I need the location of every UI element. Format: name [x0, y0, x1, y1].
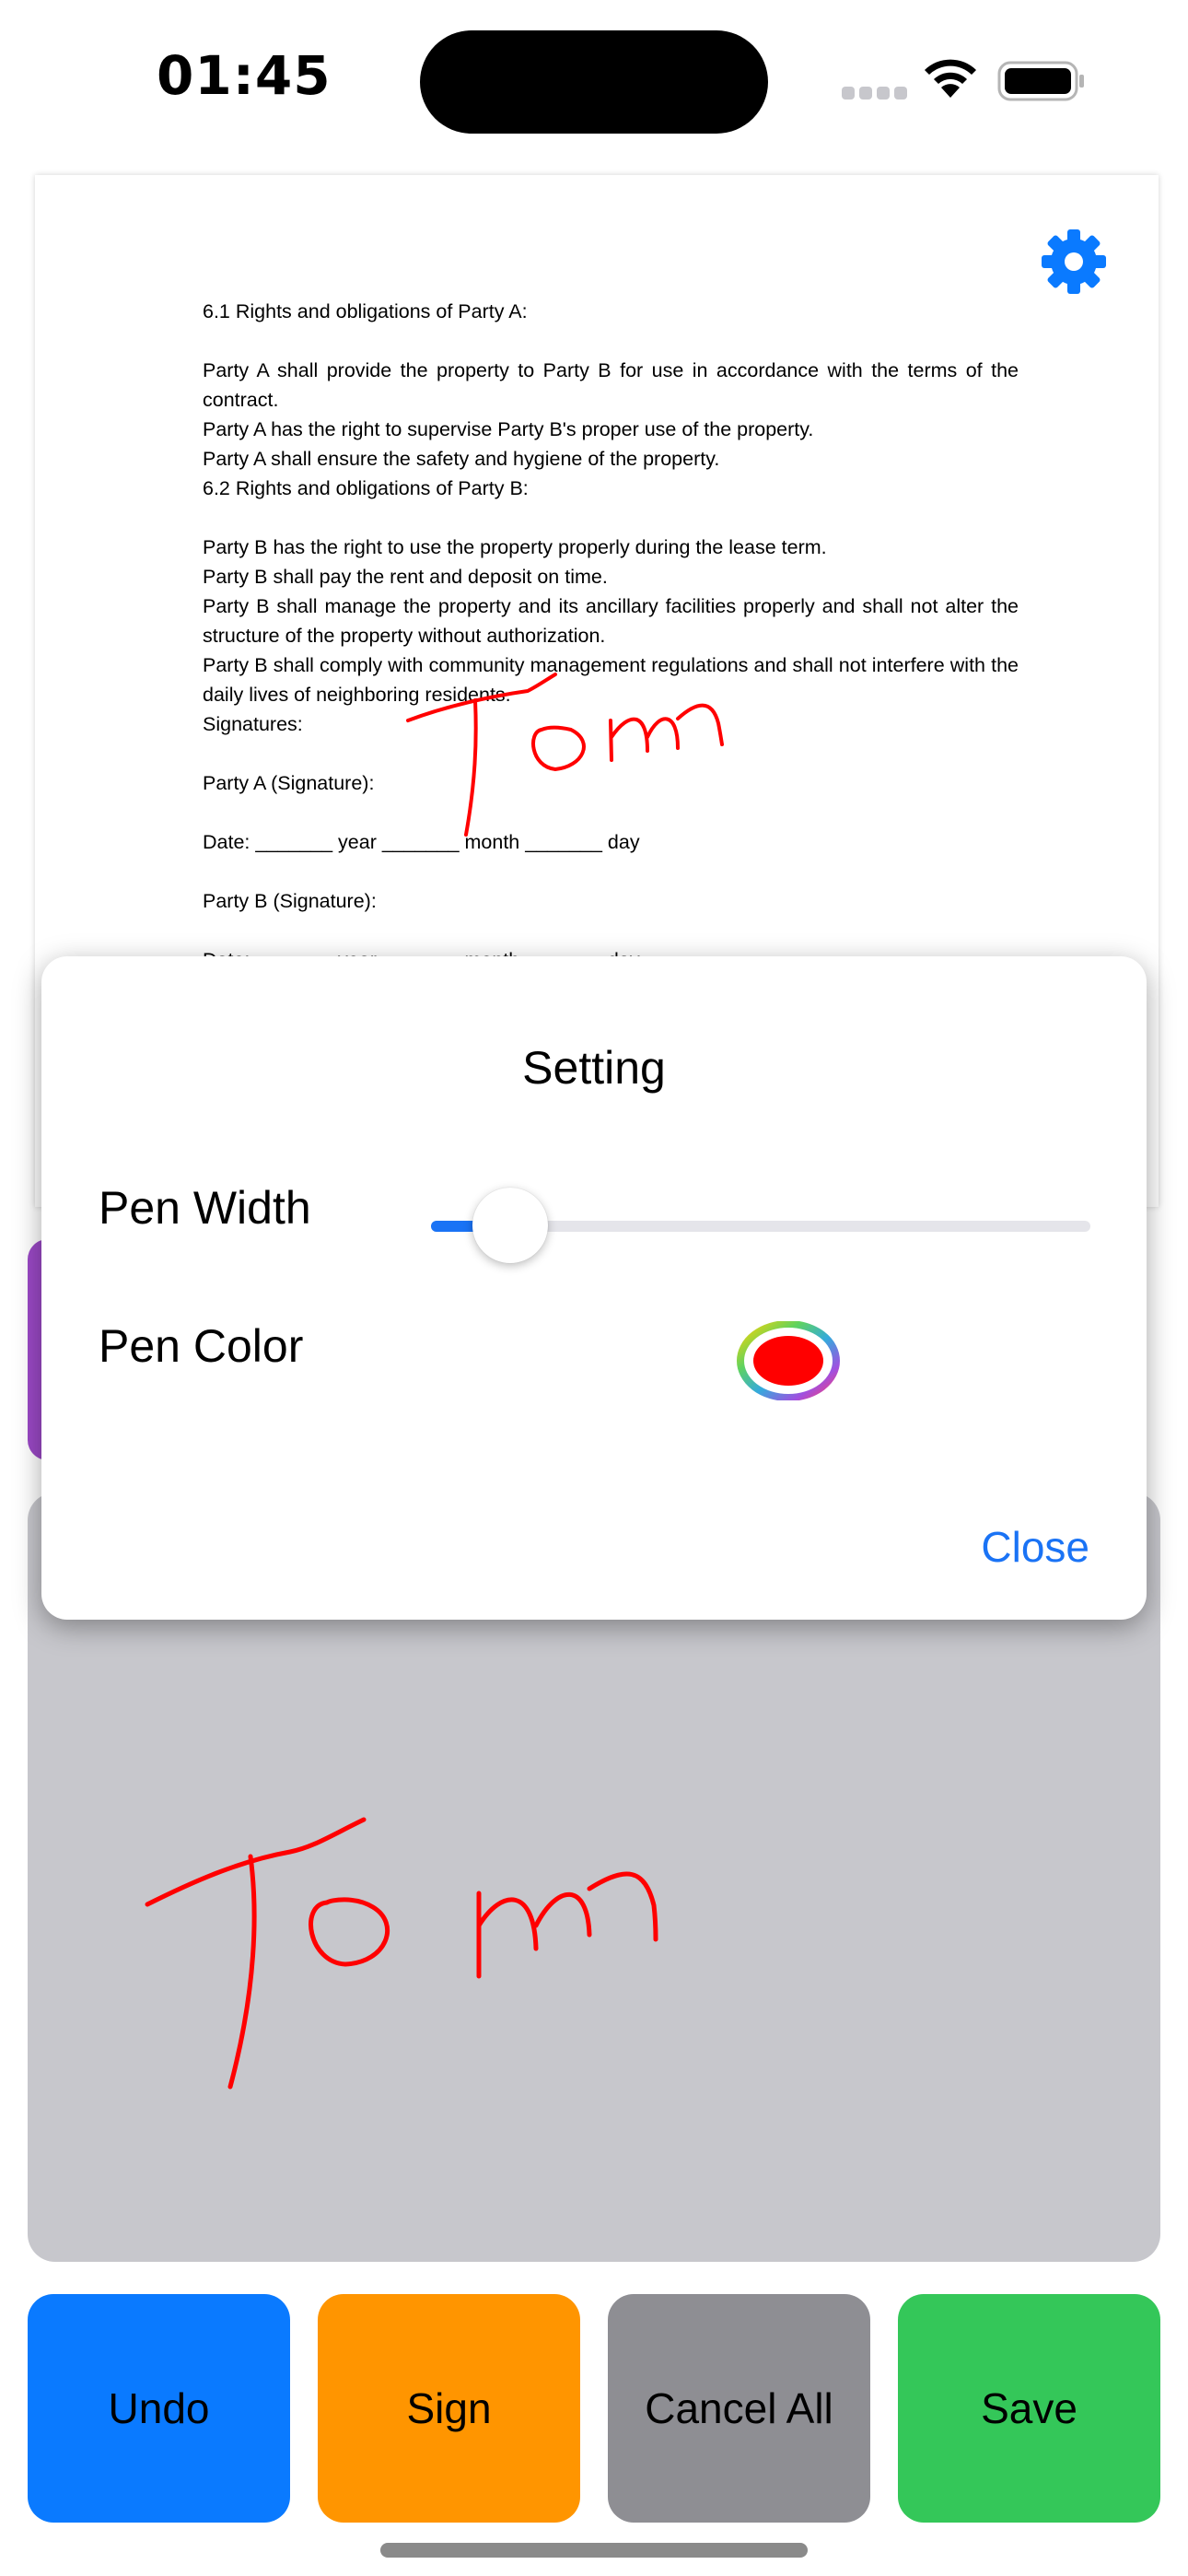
cancel-all-button[interactable]: Cancel All [608, 2294, 870, 2523]
pen-width-label: Pen Width [99, 1182, 311, 1234]
close-button[interactable]: Close [981, 1522, 1089, 1572]
status-bar: 01:45 [0, 0, 1188, 166]
document-line: Party A shall ensure the safety and hygi… [203, 448, 720, 470]
wifi-icon [925, 59, 976, 98]
pen-color-well[interactable] [737, 1321, 840, 1400]
drawn-signature [145, 1817, 658, 2090]
settings-dialog: Setting Pen Width Pen Color Close [41, 956, 1147, 1620]
home-indicator [380, 2543, 808, 2558]
pen-color-label: Pen Color [99, 1320, 304, 1372]
document-text: 6.1 Rights and obligations of Party A: P… [203, 297, 1019, 975]
document-line: Party A has the right to supervise Party… [203, 418, 814, 440]
dynamic-island [420, 30, 768, 134]
slider-thumb[interactable] [472, 1188, 548, 1263]
document-line: Party B has the right to use the propert… [203, 536, 827, 558]
document-line: Party A shall provide the property to Pa… [203, 359, 1019, 411]
dialog-title: Setting [522, 1042, 666, 1094]
document-line: 6.1 Rights and obligations of Party A: [203, 300, 528, 322]
cellular-signal-icon [842, 87, 912, 104]
placed-signature[interactable] [367, 654, 763, 848]
undo-button[interactable]: Undo [28, 2294, 290, 2523]
status-time: 01:45 [157, 44, 332, 107]
pen-width-slider[interactable] [431, 1188, 1090, 1263]
document-line: 6.2 Rights and obligations of Party B: [203, 477, 529, 499]
document-line: Party B shall pay the rent and deposit o… [203, 566, 608, 588]
document-line: Party B (Signature): [203, 890, 377, 912]
battery-icon [997, 61, 1084, 101]
save-button[interactable]: Save [898, 2294, 1160, 2523]
sign-button[interactable]: Sign [318, 2294, 580, 2523]
document-line: Party B shall manage the property and it… [203, 595, 1019, 647]
gear-icon[interactable] [1041, 228, 1107, 295]
